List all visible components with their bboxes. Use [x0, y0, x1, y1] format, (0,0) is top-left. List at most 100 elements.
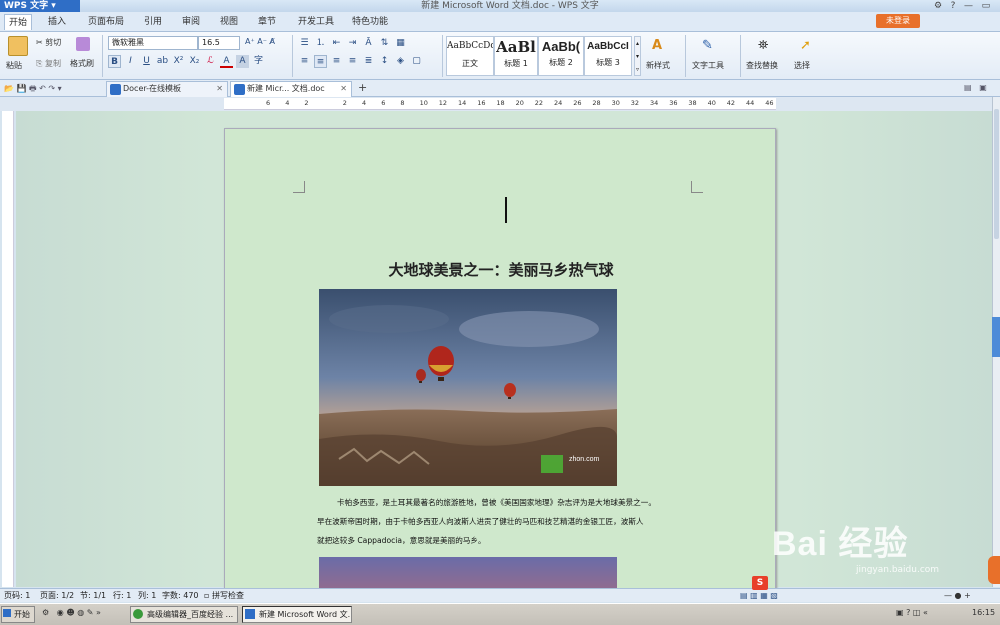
tab-docer[interactable]: Docer-在线模板 ✕	[106, 81, 228, 97]
subscript-icon[interactable]: X₂	[188, 55, 201, 68]
quick-access-toolbar[interactable]: 📂 💾 🖶 ↶ ↷ ▾	[4, 83, 62, 97]
login-button[interactable]: 未登录	[876, 14, 920, 28]
increase-indent-icon[interactable]: ⇥	[346, 37, 359, 50]
status-section: 节: 1/1	[80, 591, 107, 600]
style-heading-2[interactable]: AaBb( 标题 2	[538, 36, 584, 76]
style-sample: AaBbCcDd	[447, 41, 493, 51]
highlight-icon[interactable]: ℒ	[204, 55, 217, 68]
status-col: 列: 1	[138, 591, 157, 600]
superscript-icon[interactable]: X²	[172, 55, 185, 68]
ribbon-separator	[292, 35, 293, 77]
new-style-icon[interactable]: A	[652, 38, 662, 53]
clock: 16:15	[972, 608, 996, 617]
status-pages: 页面: 1/2	[40, 591, 75, 600]
decrease-indent-icon[interactable]: ⇤	[330, 37, 343, 50]
format-painter-label[interactable]: 格式刷	[70, 58, 94, 69]
char-shading-icon[interactable]: A	[236, 55, 249, 68]
italic-icon[interactable]: I	[124, 55, 137, 68]
vertical-scrollbar[interactable]	[992, 97, 1000, 587]
side-panel-toggle[interactable]	[992, 317, 1000, 357]
menu-review[interactable]: 审阅	[178, 14, 204, 30]
ruler-tick-label: 2	[304, 99, 309, 107]
quick-launch-icons[interactable]: ⚙ ◉ ☻ ◍ ✎ »	[42, 608, 101, 617]
style-heading-3[interactable]: AaBbCcI 标题 3	[584, 36, 632, 76]
bold-icon[interactable]: B	[108, 55, 121, 68]
align-left-icon[interactable]: ≡	[298, 55, 311, 68]
select-label[interactable]: 选择	[794, 60, 810, 71]
taskbar-item-wps[interactable]: 新建 Microsoft Word 文...	[242, 606, 352, 623]
tab-bar-controls[interactable]: ▤ ▣	[964, 83, 987, 92]
ribbon-separator	[442, 35, 443, 77]
text-tools-label[interactable]: 文字工具	[692, 60, 724, 71]
underline-icon[interactable]: U	[140, 55, 153, 68]
cursor-select-icon[interactable]: ➚	[800, 38, 811, 53]
menu-insert[interactable]: 插入	[44, 14, 70, 30]
ruler-tick-label: 4	[362, 99, 367, 107]
ruler-tick-label: 28	[592, 99, 601, 107]
table-icon[interactable]: ▦	[394, 37, 407, 50]
taskbar-item-editor[interactable]: 高级编辑器_百度经验 ...	[130, 606, 238, 623]
cut-button[interactable]: ✂ 剪切	[36, 37, 61, 48]
style-sample: AaBbCcI	[587, 41, 629, 52]
ruler-tick-label: 8	[400, 99, 405, 107]
menu-developer[interactable]: 开发工具	[294, 14, 338, 30]
ruler-tick-label: 24	[554, 99, 563, 107]
font-color-icon[interactable]: A	[220, 55, 233, 68]
system-tray-icons[interactable]: ▣ ? ◫ «	[896, 608, 928, 617]
ruler-tick-label: 16	[477, 99, 486, 107]
new-tab-button[interactable]: +	[358, 81, 367, 94]
align-right-icon[interactable]: ≡	[330, 55, 343, 68]
phonetic-icon[interactable]: 字	[252, 55, 265, 68]
paste-label[interactable]: 粘贴	[6, 60, 22, 71]
balloon-photo[interactable]: zhon.com	[319, 289, 617, 486]
styles-scroll[interactable]: ▴ ▾ ▿	[634, 36, 641, 76]
numbered-list-icon[interactable]: ⒈	[314, 37, 327, 50]
text-tools-icon[interactable]: ✎	[702, 38, 713, 53]
document-page[interactable]: 大地球美景之一：美丽马乡热气球 zhon.com 卡帕多西亚，是土耳其最著名的旅…	[224, 128, 776, 598]
font-grow-shrink-icons[interactable]: A⁺ A⁻ A̸	[245, 37, 275, 46]
vertical-ruler[interactable]	[2, 111, 14, 587]
text-direction-icon[interactable]: Ā	[362, 37, 375, 50]
font-name-combo[interactable]: 微软雅黑	[108, 36, 198, 50]
menu-features[interactable]: 特色功能	[348, 14, 392, 30]
horizontal-ruler[interactable]: 6 4 2 2 4 6 8 10 12 14 16 18 20 22 24 26 28 30 32 34 36 38 40 4…	[224, 98, 776, 110]
menu-view[interactable]: 视图	[216, 14, 242, 30]
ribbon-separator	[685, 35, 686, 77]
spell-check-toggle[interactable]: ▫ 拼写检查	[204, 589, 244, 602]
font-size-combo[interactable]: 16.5	[198, 36, 240, 50]
find-replace-label[interactable]: 查找替换	[746, 60, 778, 71]
bullet-list-icon[interactable]: ☰	[298, 37, 311, 50]
shading-icon[interactable]: ◈	[394, 55, 407, 68]
view-mode-icons[interactable]: ▤ ▥ ▦ ▧	[740, 589, 778, 602]
distributed-icon[interactable]: ≣	[362, 55, 375, 68]
menu-home[interactable]: 开始	[4, 14, 33, 30]
menu-page-layout[interactable]: 页面布局	[84, 14, 128, 30]
scrollbar-thumb[interactable]	[994, 109, 999, 239]
new-style-label[interactable]: 新样式	[646, 60, 670, 71]
ruler-tick-label: 2	[342, 99, 347, 107]
ruler-tick-label: 14	[458, 99, 467, 107]
tab-document[interactable]: 新建 Micr... 文档.doc ✕	[230, 81, 352, 97]
zoom-slider[interactable]: — ● +	[944, 589, 971, 602]
strikethrough-icon[interactable]: ab	[156, 55, 169, 68]
menu-references[interactable]: 引用	[140, 14, 166, 30]
line-spacing-icon[interactable]: ↕	[378, 55, 391, 68]
border-icon[interactable]: ▢	[410, 55, 423, 68]
copy-button[interactable]: ⎘ 复制	[36, 58, 61, 69]
binoculars-icon[interactable]: ⛯	[758, 38, 768, 53]
body-paragraph[interactable]: 卡帕多西亚，是土耳其最著名的旅游胜地，曾被《美国国家地理》杂志评为是大地球美景之…	[317, 493, 689, 550]
document-title[interactable]: 大地球美景之一：美丽马乡热气球	[225, 259, 777, 280]
style-normal[interactable]: AaBbCcDd 正文	[446, 36, 494, 76]
format-painter-icon[interactable]	[76, 37, 90, 51]
paste-icon[interactable]	[8, 36, 28, 56]
justify-icon[interactable]: ≡	[346, 55, 359, 68]
sogou-ime-icon[interactable]: S	[752, 576, 768, 590]
sort-icon[interactable]: ⇅	[378, 37, 391, 50]
menu-chapter[interactable]: 章节	[254, 14, 280, 30]
align-center-icon[interactable]: ≡	[314, 55, 327, 68]
window-title: 新建 Microsoft Word 文档.doc - WPS 文字	[421, 1, 599, 11]
style-heading-1[interactable]: AaBl 标题 1	[494, 36, 538, 76]
wps-menu-button[interactable]: WPS 文字 ▾	[0, 0, 80, 12]
windows-logo-icon	[3, 609, 11, 617]
floating-assistant-icon[interactable]	[988, 556, 1000, 584]
